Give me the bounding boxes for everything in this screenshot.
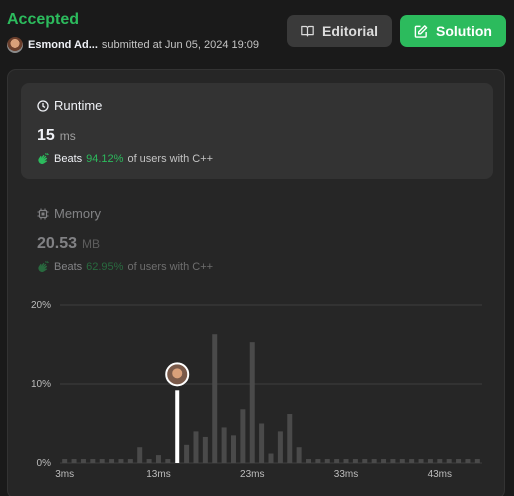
- chart-bar[interactable]: [334, 459, 340, 463]
- chart-bar[interactable]: [259, 423, 265, 464]
- memory-value: 20.53 MB: [37, 235, 100, 253]
- chart-bar[interactable]: [418, 459, 424, 463]
- chart-bar[interactable]: [343, 459, 349, 463]
- avatar[interactable]: [7, 37, 23, 53]
- runtime-title-label: Runtime: [54, 98, 103, 113]
- avatar-face: [172, 368, 183, 379]
- chart-bar[interactable]: [296, 447, 302, 463]
- chart-bar[interactable]: [212, 334, 218, 463]
- chart-bar[interactable]: [193, 431, 199, 463]
- chart-bar[interactable]: [137, 447, 143, 463]
- y-tick-label: 20%: [31, 300, 51, 311]
- memory-beats-suffix: of users with C++: [127, 260, 214, 273]
- chart-bar[interactable]: [390, 459, 396, 463]
- y-tick-label: 10%: [31, 379, 51, 390]
- edit-icon: [414, 24, 428, 38]
- chip-icon: [37, 208, 49, 219]
- chart-bar[interactable]: [99, 459, 105, 463]
- editorial-label: Editorial: [321, 23, 378, 39]
- memory-title: Memory: [37, 206, 101, 221]
- chart-bar[interactable]: [277, 431, 283, 463]
- runtime-beats-label: Beats: [54, 152, 83, 165]
- highlighted-bar[interactable]: [175, 390, 180, 463]
- submission-header: Accepted Esmond Ad... submitted at Jun 0…: [0, 0, 514, 62]
- chart-bar[interactable]: [268, 453, 274, 463]
- runtime-beats: Beats 94.12% of users with C++: [37, 152, 213, 165]
- chart-bar[interactable]: [221, 427, 227, 463]
- chart-bar[interactable]: [202, 436, 208, 463]
- runtime-title: Runtime: [37, 98, 102, 113]
- chart-bar[interactable]: [399, 459, 405, 463]
- solution-button[interactable]: Solution: [400, 15, 506, 47]
- book-icon: [301, 25, 314, 37]
- chart-bar[interactable]: [362, 459, 368, 463]
- chart-bar[interactable]: [465, 459, 471, 463]
- chart-bar[interactable]: [230, 435, 236, 463]
- runtime-beats-suffix: of users with C++: [127, 152, 214, 165]
- chart-bar[interactable]: [287, 414, 293, 463]
- chart-bar[interactable]: [109, 459, 115, 463]
- chart-bar[interactable]: [352, 459, 358, 463]
- chart-bar[interactable]: [446, 459, 452, 463]
- x-tick-label: 43ms: [428, 469, 452, 480]
- solution-label: Solution: [436, 23, 492, 39]
- memory-beats-percent: 62.95%: [86, 260, 124, 273]
- runtime-value: 15 ms: [37, 127, 76, 145]
- editorial-button[interactable]: Editorial: [287, 15, 392, 47]
- chart-bar[interactable]: [474, 459, 480, 463]
- x-tick-label: 13ms: [146, 469, 170, 480]
- memory-beats-label: Beats: [54, 260, 83, 273]
- runtime-distribution-chart: 0% 10% 20% 3ms 13ms 23ms 33ms 43ms: [20, 293, 490, 483]
- x-tick-label: 33ms: [334, 469, 358, 480]
- chart-bar[interactable]: [249, 342, 255, 463]
- memory-number: 20.53: [37, 235, 78, 252]
- runtime-card[interactable]: Runtime 15 ms Beats 94.12% of users with…: [21, 83, 493, 179]
- chart-bar[interactable]: [409, 459, 415, 463]
- x-tick-label: 23ms: [240, 469, 264, 480]
- chart-bar[interactable]: [146, 459, 152, 463]
- clapping-hands-icon: [38, 260, 49, 273]
- runtime-distribution-svg: 0% 10% 20% 3ms 13ms 23ms 33ms 43ms: [31, 300, 482, 480]
- chart-bar[interactable]: [118, 459, 124, 463]
- clock-icon: [37, 99, 49, 112]
- chart-bar[interactable]: [71, 459, 77, 463]
- chart-bar[interactable]: [381, 459, 387, 463]
- clapping-hands-icon: [38, 152, 49, 165]
- chart-bar[interactable]: [62, 459, 68, 463]
- chart-bar[interactable]: [127, 459, 133, 463]
- runtime-beats-percent: 94.12%: [86, 152, 124, 165]
- submitter-info: Esmond Ad... submitted at Jun 05, 2024 1…: [7, 37, 259, 53]
- submitted-time: submitted at Jun 05, 2024 19:09: [101, 39, 260, 51]
- x-tick-label: 3ms: [55, 469, 74, 480]
- memory-card[interactable]: Memory 20.53 MB Beats 62.95% of users wi…: [21, 191, 493, 287]
- user-name[interactable]: Esmond Ad...: [28, 39, 98, 51]
- y-tick-label: 0%: [37, 458, 52, 469]
- memory-unit: MB: [82, 237, 101, 251]
- runtime-number: 15: [37, 127, 55, 144]
- chart-bar[interactable]: [165, 459, 171, 463]
- chart-bar[interactable]: [371, 459, 377, 463]
- chart-bar[interactable]: [80, 459, 86, 463]
- chart-bar[interactable]: [324, 459, 330, 463]
- chart-bar[interactable]: [306, 459, 312, 463]
- chart-bar[interactable]: [155, 455, 161, 463]
- chart-bar[interactable]: [456, 459, 462, 463]
- chart-bar[interactable]: [427, 459, 433, 463]
- chart-bar[interactable]: [240, 409, 246, 463]
- memory-title-label: Memory: [54, 206, 101, 221]
- memory-beats: Beats 62.95% of users with C++: [37, 260, 213, 273]
- chart-bar[interactable]: [437, 459, 443, 463]
- submission-status: Accepted: [7, 11, 80, 28]
- runtime-unit: ms: [59, 129, 76, 143]
- chart-bar[interactable]: [315, 459, 321, 463]
- chart-bar[interactable]: [184, 444, 190, 463]
- chart-bar[interactable]: [90, 459, 96, 463]
